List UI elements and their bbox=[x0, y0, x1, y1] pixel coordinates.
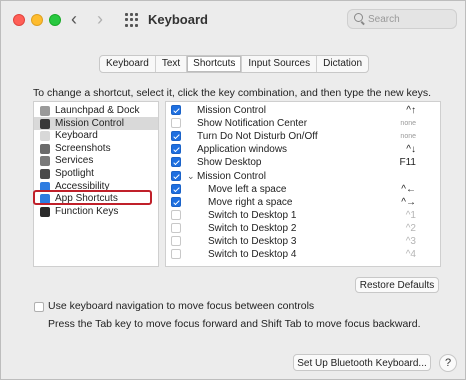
sidebar-item-label: Keyboard bbox=[55, 130, 98, 142]
shortcut-category-list: Launchpad & Dock Mission Control Keyboard S… bbox=[33, 101, 159, 267]
shortcut-name: Application windows bbox=[197, 144, 288, 156]
shortcut-checkbox[interactable] bbox=[171, 183, 181, 194]
shortcut-name: Show Desktop bbox=[197, 157, 262, 169]
shortcut-row[interactable]: Switch to Desktop 4 ^4 bbox=[166, 248, 440, 261]
shortcut-name: Turn Do Not Disturb On/Off bbox=[197, 131, 318, 143]
app-shortcuts-highlight bbox=[33, 190, 152, 205]
shortcut-row[interactable]: Application windows ^↓ bbox=[166, 143, 440, 156]
shortcut-row[interactable]: Switch to Desktop 2 ^2 bbox=[166, 222, 440, 235]
shortcut-key[interactable]: ^↓ bbox=[406, 143, 416, 156]
shortcut-key[interactable]: F11 bbox=[400, 156, 417, 169]
tab-input-sources[interactable]: Input Sources bbox=[242, 56, 318, 72]
keyboard-icon bbox=[40, 131, 50, 142]
shortcut-checkbox[interactable] bbox=[171, 157, 181, 168]
keyboard-navigation-label: Use keyboard navigation to move focus be… bbox=[48, 300, 315, 312]
tab-dictation[interactable]: Dictation bbox=[317, 56, 368, 72]
search-icon bbox=[354, 13, 363, 22]
shortcut-name: Mission Control bbox=[197, 105, 266, 116]
function-keys-icon bbox=[40, 206, 50, 217]
shortcut-key[interactable]: none bbox=[400, 117, 416, 130]
shortcut-name: Mission Control bbox=[197, 170, 266, 182]
shortcut-checkbox[interactable] bbox=[171, 249, 181, 260]
sidebar-item-label: Launchpad & Dock bbox=[55, 105, 140, 116]
sidebar-item-label: Spotlight bbox=[55, 168, 94, 179]
shortcut-name: Show Notification Center bbox=[197, 118, 308, 130]
shortcut-checkbox[interactable] bbox=[171, 222, 181, 233]
sidebar-item-label: Function Keys bbox=[55, 205, 119, 217]
chevron-down-icon[interactable]: ⌄ bbox=[187, 170, 195, 183]
sidebar-item-label: Mission Control bbox=[55, 117, 124, 129]
shortcut-name: Move right a space bbox=[208, 196, 293, 208]
restore-defaults-button[interactable]: Restore Defaults bbox=[355, 277, 439, 293]
close-window-button[interactable] bbox=[13, 14, 25, 26]
shortcut-name: Switch to Desktop 4 bbox=[208, 249, 297, 261]
show-all-grid-icon[interactable] bbox=[125, 13, 139, 27]
shortcut-row[interactable]: Turn Do Not Disturb On/Off none bbox=[166, 130, 440, 143]
tab-text[interactable]: Text bbox=[156, 56, 188, 72]
shortcut-row[interactable]: Switch to Desktop 3 ^3 bbox=[166, 235, 440, 248]
launchpad-icon bbox=[40, 106, 50, 116]
shortcut-name: Switch to Desktop 1 bbox=[208, 209, 297, 221]
shortcut-checkbox[interactable] bbox=[171, 209, 181, 220]
shortcut-row[interactable]: Mission Control ^↑ bbox=[166, 104, 440, 117]
shortcut-key[interactable]: ^3 bbox=[406, 235, 416, 248]
search-box[interactable] bbox=[347, 9, 457, 29]
shortcut-row[interactable]: Show Notification Center none bbox=[166, 117, 440, 130]
setup-bluetooth-keyboard-button[interactable]: Set Up Bluetooth Keyboard... bbox=[293, 354, 431, 371]
tab-shortcuts[interactable]: Shortcuts bbox=[187, 56, 243, 72]
sidebar-item-label: Services bbox=[55, 155, 94, 167]
sidebar-item-mission-control[interactable]: Mission Control bbox=[34, 116, 158, 130]
shortcut-key[interactable]: ^← bbox=[401, 183, 416, 196]
search-input[interactable] bbox=[368, 12, 452, 26]
title-bar: ‹ › Keyboard bbox=[1, 1, 465, 39]
sidebar-item-screenshots[interactable]: Screenshots bbox=[34, 142, 158, 155]
tab-keyboard[interactable]: Keyboard bbox=[100, 56, 156, 72]
back-arrow-icon[interactable]: ‹ bbox=[71, 9, 77, 29]
shortcut-group-row[interactable]: ⌄ Mission Control bbox=[166, 170, 440, 183]
mission-control-icon bbox=[40, 118, 50, 129]
sidebar-item-launchpad-dock[interactable]: Launchpad & Dock bbox=[34, 104, 158, 117]
sidebar-item-label: Screenshots bbox=[55, 142, 111, 154]
tab-bar: Keyboard Text Shortcuts Input Sources Di… bbox=[99, 55, 370, 73]
shortcut-name: Move left a space bbox=[208, 183, 287, 195]
shortcut-checkbox[interactable] bbox=[171, 196, 181, 207]
shortcut-key[interactable]: ^1 bbox=[406, 209, 416, 222]
shortcut-row[interactable]: Switch to Desktop 1 ^1 bbox=[166, 209, 440, 222]
shortcut-row[interactable]: Move right a space ^→ bbox=[166, 196, 440, 209]
minimize-window-button[interactable] bbox=[31, 14, 43, 26]
shortcut-checkbox[interactable] bbox=[171, 105, 181, 115]
forward-arrow-icon[interactable]: › bbox=[97, 9, 103, 29]
services-icon bbox=[40, 156, 50, 167]
shortcut-key[interactable]: ^→ bbox=[401, 196, 416, 209]
shortcut-checkbox[interactable] bbox=[171, 170, 181, 181]
sidebar-item-keyboard[interactable]: Keyboard bbox=[34, 129, 158, 142]
spotlight-icon bbox=[40, 169, 50, 179]
window-title: Keyboard bbox=[148, 12, 208, 27]
keyboard-navigation-checkbox[interactable] bbox=[34, 302, 44, 312]
shortcut-row[interactable]: Move left a space ^← bbox=[166, 183, 440, 196]
shortcut-checkbox[interactable] bbox=[171, 118, 181, 129]
zoom-window-button[interactable] bbox=[49, 14, 61, 26]
shortcut-name: Switch to Desktop 3 bbox=[208, 236, 297, 247]
shortcut-key[interactable]: ^↑ bbox=[406, 104, 416, 117]
preferences-window: ‹ › Keyboard Keyboard Text Shortcuts Inp… bbox=[0, 0, 466, 380]
shortcut-checkbox[interactable] bbox=[171, 131, 181, 142]
shortcut-key[interactable]: ^2 bbox=[406, 222, 416, 235]
screenshots-icon bbox=[40, 143, 50, 154]
shortcut-key[interactable]: ^4 bbox=[406, 248, 416, 261]
shortcut-name: Switch to Desktop 2 bbox=[208, 222, 297, 234]
keyboard-navigation-hint: Press the Tab key to move focus forward … bbox=[48, 318, 421, 330]
shortcut-row[interactable]: Show Desktop F11 bbox=[166, 156, 440, 169]
sidebar-item-function-keys[interactable]: Function Keys bbox=[34, 205, 158, 218]
help-button[interactable]: ? bbox=[439, 354, 457, 372]
shortcut-key[interactable]: none bbox=[400, 130, 416, 143]
shortcut-checkbox[interactable] bbox=[171, 144, 181, 155]
shortcut-checkbox[interactable] bbox=[171, 236, 181, 246]
sidebar-item-services[interactable]: Services bbox=[34, 154, 158, 167]
instruction-text: To change a shortcut, select it, click t… bbox=[33, 87, 432, 99]
shortcut-list: Mission Control ^↑ Show Notification Cente… bbox=[165, 101, 441, 267]
sidebar-item-spotlight[interactable]: Spotlight bbox=[34, 167, 158, 180]
